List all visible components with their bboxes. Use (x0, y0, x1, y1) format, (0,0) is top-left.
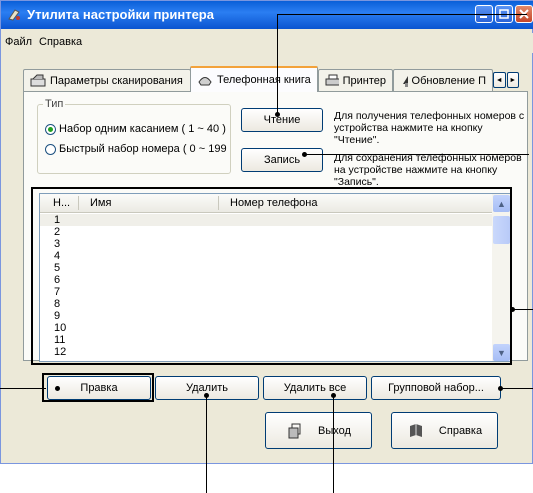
table-row[interactable]: 1 (40, 214, 492, 226)
col-number[interactable]: Н... (53, 197, 70, 209)
phonebook-list[interactable]: Н... Имя Номер телефона 1 2 3 4 5 6 7 8 9 10 11 12 … (39, 193, 512, 362)
radio-one-touch[interactable]: Набор одним касанием ( 1 ~ 40 ) (45, 123, 226, 135)
col-name[interactable]: Имя (90, 197, 111, 209)
callout-leader (277, 14, 278, 114)
table-row[interactable]: 7 (40, 286, 492, 298)
group-dial-button[interactable]: Групповой набор... (371, 376, 501, 400)
row-number: 8 (54, 298, 61, 310)
row-number: 12 (54, 346, 67, 358)
write-button[interactable]: Запись (241, 148, 323, 172)
edit-button[interactable]: Правка (47, 376, 151, 400)
desc-line: на устройстве нажмите на кнопку (334, 164, 498, 176)
callout-leader (500, 388, 533, 389)
tab-phonebook[interactable]: Телефонная книга (190, 66, 318, 92)
type-group-label: Тип (43, 98, 66, 110)
app-window: Утилита настройки принтера Файл Справка … (0, 0, 533, 464)
row-number: 3 (54, 238, 61, 250)
row-number: 7 (54, 286, 61, 298)
phonebook-icon (198, 77, 212, 86)
tab-scan-settings[interactable]: Параметры сканирования (23, 69, 191, 91)
row-number: 5 (54, 262, 61, 274)
desc-line: "Запись". (334, 176, 379, 188)
table-row[interactable]: 10 (40, 322, 492, 334)
scroll-down-button[interactable]: ▼ (493, 344, 510, 361)
table-row[interactable]: 2 (40, 226, 492, 238)
menu-help[interactable]: Справка (39, 36, 82, 48)
exit-button[interactable]: Выход (265, 412, 372, 449)
tab-scroll-left-button[interactable]: ◄ (493, 72, 506, 88)
table-row[interactable]: 3 (40, 238, 492, 250)
row-number: 1 (54, 214, 61, 226)
desc-line: устройства нажмите на кнопку (334, 122, 483, 134)
list-header: Н... Имя Номер телефона (40, 194, 492, 213)
callout-dot (275, 112, 280, 117)
read-button[interactable]: Чтение (241, 108, 323, 132)
row-number: 9 (54, 310, 61, 322)
radio-icon (45, 143, 56, 155)
help-button[interactable]: Справка (391, 412, 498, 449)
callout-dot (55, 386, 60, 391)
callout-leader (304, 154, 529, 155)
tab-scroller: ◄ ► (493, 72, 519, 88)
callout-dot (510, 307, 515, 312)
scroll-thumb[interactable] (493, 216, 510, 244)
col-phone[interactable]: Номер телефона (230, 197, 317, 209)
type-groupbox (37, 104, 231, 174)
callout-dot (302, 152, 307, 157)
tab-printer[interactable]: Принтер (318, 69, 393, 91)
desc-line: Для получения телефонных номеров с (334, 110, 525, 122)
radio-label: Быстрый набор номера ( 0 ~ 199 (59, 143, 227, 155)
row-number: 6 (54, 274, 61, 286)
tab-label: Обновление П (411, 74, 486, 87)
callout-leader (277, 14, 527, 15)
callout-dot (331, 393, 336, 398)
table-row[interactable]: 11 (40, 334, 492, 346)
callout-leader (206, 395, 207, 493)
table-row[interactable]: 6 (40, 274, 492, 286)
radio-label: Набор одним касанием ( 1 ~ 40 ) (59, 123, 226, 135)
tab-scroll-right-button[interactable]: ► (506, 72, 519, 88)
app-icon (8, 9, 20, 21)
exit-icon (288, 423, 301, 438)
table-row[interactable]: 9 (40, 310, 492, 322)
row-number: 11 (54, 334, 66, 346)
table-row[interactable]: 5 (40, 262, 492, 274)
tab-label: Параметры сканирования (50, 74, 183, 87)
window-title: Утилита настройки принтера (27, 7, 214, 22)
callout-dot (498, 386, 503, 391)
callout-leader (333, 395, 334, 493)
row-number: 4 (54, 250, 61, 262)
read-description: Для получения телефонных номеров с устро… (334, 110, 524, 146)
callout-leader (512, 309, 533, 310)
table-row[interactable]: 4 (40, 250, 492, 262)
menu-file[interactable]: Файл (5, 36, 32, 48)
menu-bar: Файл Справка (1, 33, 533, 53)
tab-label: Телефонная книга (217, 74, 311, 86)
exit-label: Выход (318, 424, 351, 437)
column-divider[interactable] (218, 196, 219, 210)
table-row[interactable]: 12 (40, 346, 492, 358)
scanner-icon (30, 74, 46, 86)
delete-all-button[interactable]: Удалить все (263, 376, 367, 400)
tab-label: Принтер (342, 74, 386, 87)
desc-line: "Чтение". (334, 134, 380, 146)
title-bar[interactable]: Утилита настройки принтера (1, 1, 533, 29)
column-divider[interactable] (78, 196, 79, 210)
tab-firmware-update[interactable]: Обновление П (393, 69, 493, 91)
radio-icon (45, 123, 56, 135)
update-icon (403, 76, 408, 87)
row-number: 10 (54, 322, 67, 334)
printer-icon (325, 74, 339, 85)
callout-leader (0, 388, 46, 389)
write-description: Для сохранения телефонных номеров на уст… (334, 152, 522, 188)
callout-dot (204, 393, 209, 398)
row-number: 2 (54, 226, 61, 238)
help-book-icon (409, 423, 422, 437)
table-row[interactable]: 8 (40, 298, 492, 310)
help-label: Справка (438, 424, 483, 437)
radio-speed-dial[interactable]: Быстрый набор номера ( 0 ~ 199 (45, 143, 227, 155)
scroll-up-button[interactable]: ▲ (493, 195, 510, 212)
